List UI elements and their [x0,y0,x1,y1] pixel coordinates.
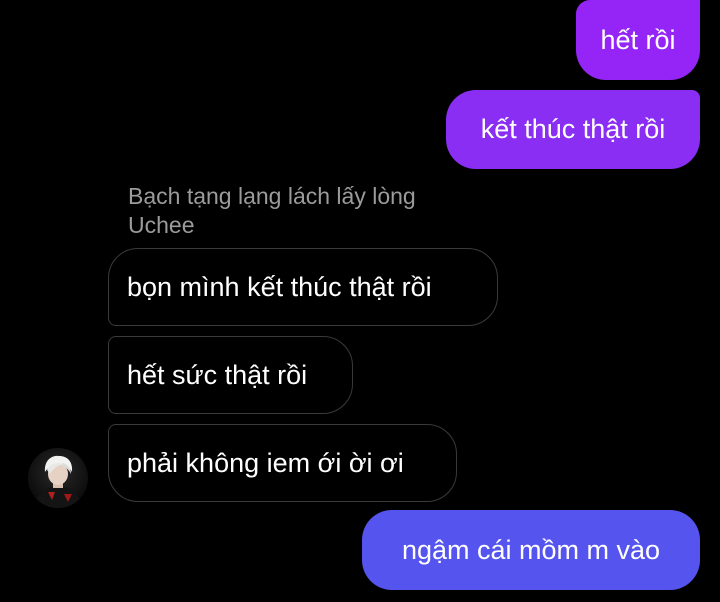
message-text: hết sức thật rồi [127,359,308,390]
message-text: kết thúc thật rồi [480,114,666,144]
incoming-message-bubble[interactable]: phải không iem ới ời ơi [108,424,457,502]
incoming-message-bubble[interactable]: hết sức thật rồi [108,336,353,414]
outgoing-message-bubble[interactable]: ngậm cái mồm m vào [362,510,700,590]
incoming-message-bubble[interactable]: bọn mình kết thúc thật rồi [108,248,498,326]
outgoing-message-bubble[interactable]: hết rồi [576,0,700,80]
outgoing-message-bubble[interactable]: kết thúc thật rồi [446,90,700,169]
avatar-icon [28,448,88,508]
message-text: hết rồi [600,24,676,55]
message-text: ngậm cái mồm m vào [401,534,661,565]
message-text: phải không iem ới ời ơi [127,447,404,478]
message-text: bọn mình kết thúc thật rồi [127,271,432,302]
sender-avatar[interactable] [28,448,88,508]
sender-name: Bạch tạng lạng lách lấy lòng Uchee [128,183,416,238]
